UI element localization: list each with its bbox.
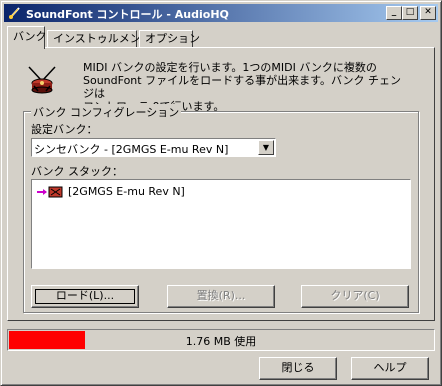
- help-button[interactable]: ヘルプ: [351, 357, 429, 380]
- bank-stack-item-label: [2GMGS E-mu Rev N]: [68, 185, 185, 198]
- clear-button[interactable]: クリア(C): [301, 285, 409, 308]
- replace-button[interactable]: 置換(R)...: [167, 285, 275, 308]
- title-bar[interactable]: SoundFont コントロール - AudioHQ _ □ ✕: [4, 4, 438, 22]
- tab-options[interactable]: オプション: [139, 30, 200, 47]
- chevron-down-icon[interactable]: ▼: [258, 140, 274, 155]
- tab-instrument[interactable]: インストゥルメント: [47, 30, 152, 47]
- memory-usage-bar: 1.76 MB 使用: [7, 329, 435, 351]
- tab-bank[interactable]: バンク: [7, 26, 47, 49]
- bank-stack-list[interactable]: [2GMGS E-mu Rev N]: [31, 179, 411, 269]
- close-button[interactable]: 閉じる: [259, 357, 337, 380]
- bank-stack-label: バンク スタック：: [31, 165, 124, 178]
- soundfont-stack-icon: [37, 186, 63, 198]
- close-window-button[interactable]: ✕: [420, 6, 436, 20]
- window-title: SoundFont コントロール - AudioHQ: [26, 8, 229, 21]
- selected-bank-label: 設定バンク：: [31, 123, 98, 136]
- soundfont-drum-icon: [28, 66, 56, 94]
- selected-bank-value: シンセバンク - [2GMGS E-mu Rev N]: [34, 143, 229, 156]
- soundfont-app-icon: [9, 7, 20, 19]
- minimize-button[interactable]: _: [386, 6, 402, 20]
- selected-bank-dropdown[interactable]: シンセバンク - [2GMGS E-mu Rev N] ▼: [31, 138, 276, 157]
- soundfont-control-window: SoundFont コントロール - AudioHQ _ □ ✕ バンク インス…: [0, 0, 442, 386]
- bank-configuration-label: バンク コンフィグレーション: [31, 104, 182, 120]
- load-button[interactable]: ロード(L)...: [31, 285, 139, 308]
- memory-usage-text: 1.76 MB 使用: [185, 335, 257, 348]
- maximize-button[interactable]: □: [402, 6, 418, 20]
